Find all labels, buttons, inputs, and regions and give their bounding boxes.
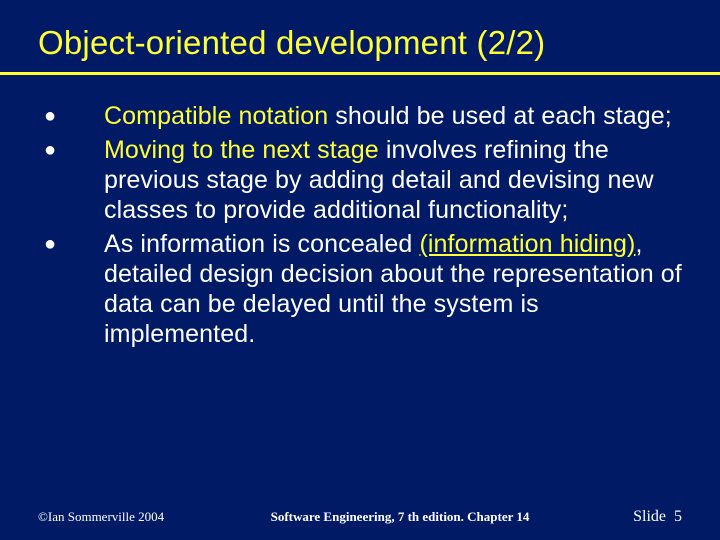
body-text: should be used at each stage; [328,102,672,130]
slide-label: Slide [633,508,666,525]
slide-number: 5 [674,508,682,525]
bullet-text: Compatible notation should be used at ea… [104,101,682,131]
body-text: As information is concealed [104,230,419,258]
highlight-text: Compatible notation [104,102,328,130]
highlight-text: Moving to the next stage [104,136,379,164]
bullet-text: Moving to the next stage involves refini… [104,135,682,225]
list-item: ● Compatible notation should be used at … [38,101,682,131]
highlight-underlined-text: (information hiding) [419,230,635,258]
footer-slide-number: Slide 5 [562,508,720,526]
footer-copyright: ©Ian Sommerville 2004 [0,509,238,525]
bullet-icon: ● [38,229,104,259]
bullet-text: As information is concealed (information… [104,229,682,349]
slide-title: Object-oriented development (2/2) [0,0,720,72]
list-item: ● As information is concealed (informati… [38,229,682,349]
footer-chapter: Software Engineering, 7 th edition. Chap… [238,509,562,525]
slide-body: ● Compatible notation should be used at … [0,75,720,349]
bullet-icon: ● [38,135,104,165]
slide-footer: ©Ian Sommerville 2004 Software Engineeri… [0,508,720,526]
bullet-list: ● Compatible notation should be used at … [38,101,682,349]
list-item: ● Moving to the next stage involves refi… [38,135,682,225]
bullet-icon: ● [38,101,104,131]
